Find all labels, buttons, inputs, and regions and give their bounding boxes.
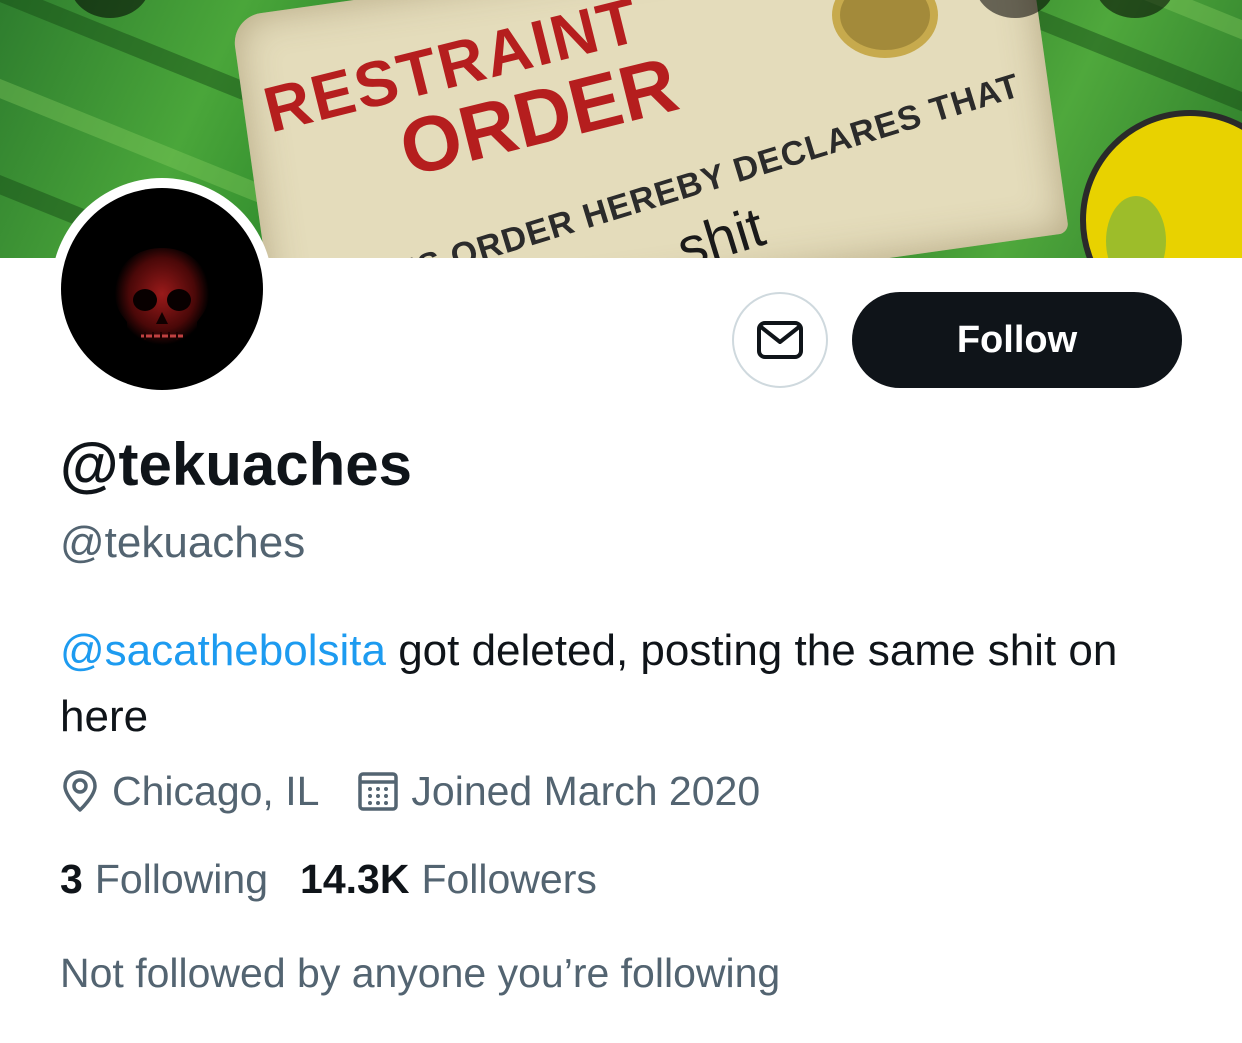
profile-stats: 3 Following 14.3K Followers (60, 856, 597, 903)
location-item: Chicago, IL (60, 768, 319, 815)
followers-count: 14.3K (300, 856, 410, 902)
followers-stat[interactable]: 14.3K Followers (300, 856, 597, 903)
not-followed-notice: Not followed by anyone you’re following (60, 950, 781, 996)
following-label: Following (94, 856, 269, 902)
joined-item: Joined March 2020 (357, 768, 760, 815)
avatar-image (61, 188, 263, 390)
more-button[interactable] (1095, 0, 1175, 18)
bio-mention-link[interactable]: @sacathebolsita (60, 626, 386, 675)
following-count: 3 (60, 856, 83, 902)
profile-handle: @tekuaches (60, 518, 306, 567)
follow-button[interactable]: Follow (852, 292, 1182, 388)
profile-display-name: @tekuaches (60, 431, 413, 498)
message-button[interactable] (732, 292, 828, 388)
following-stat[interactable]: 3 Following (60, 856, 268, 903)
location-pin-icon (63, 770, 97, 812)
calendar-icon (358, 772, 399, 811)
avatar[interactable] (51, 178, 273, 400)
followers-label: Followers (421, 856, 597, 902)
banner-scroll-document: RESTRAINT ORDER THIS ORDER HEREBY DECLAR… (230, 0, 1070, 258)
banner-donut (1080, 110, 1242, 258)
joined-text: Joined March 2020 (411, 767, 761, 814)
skull-icon (114, 248, 210, 350)
location-text: Chicago, IL (112, 767, 320, 814)
profile-meta: Chicago, IL Joined March 2020 (60, 766, 760, 816)
envelope-icon (757, 321, 803, 359)
profile-bio: @sacathebolsita got deleted, posting the… (60, 618, 1190, 750)
